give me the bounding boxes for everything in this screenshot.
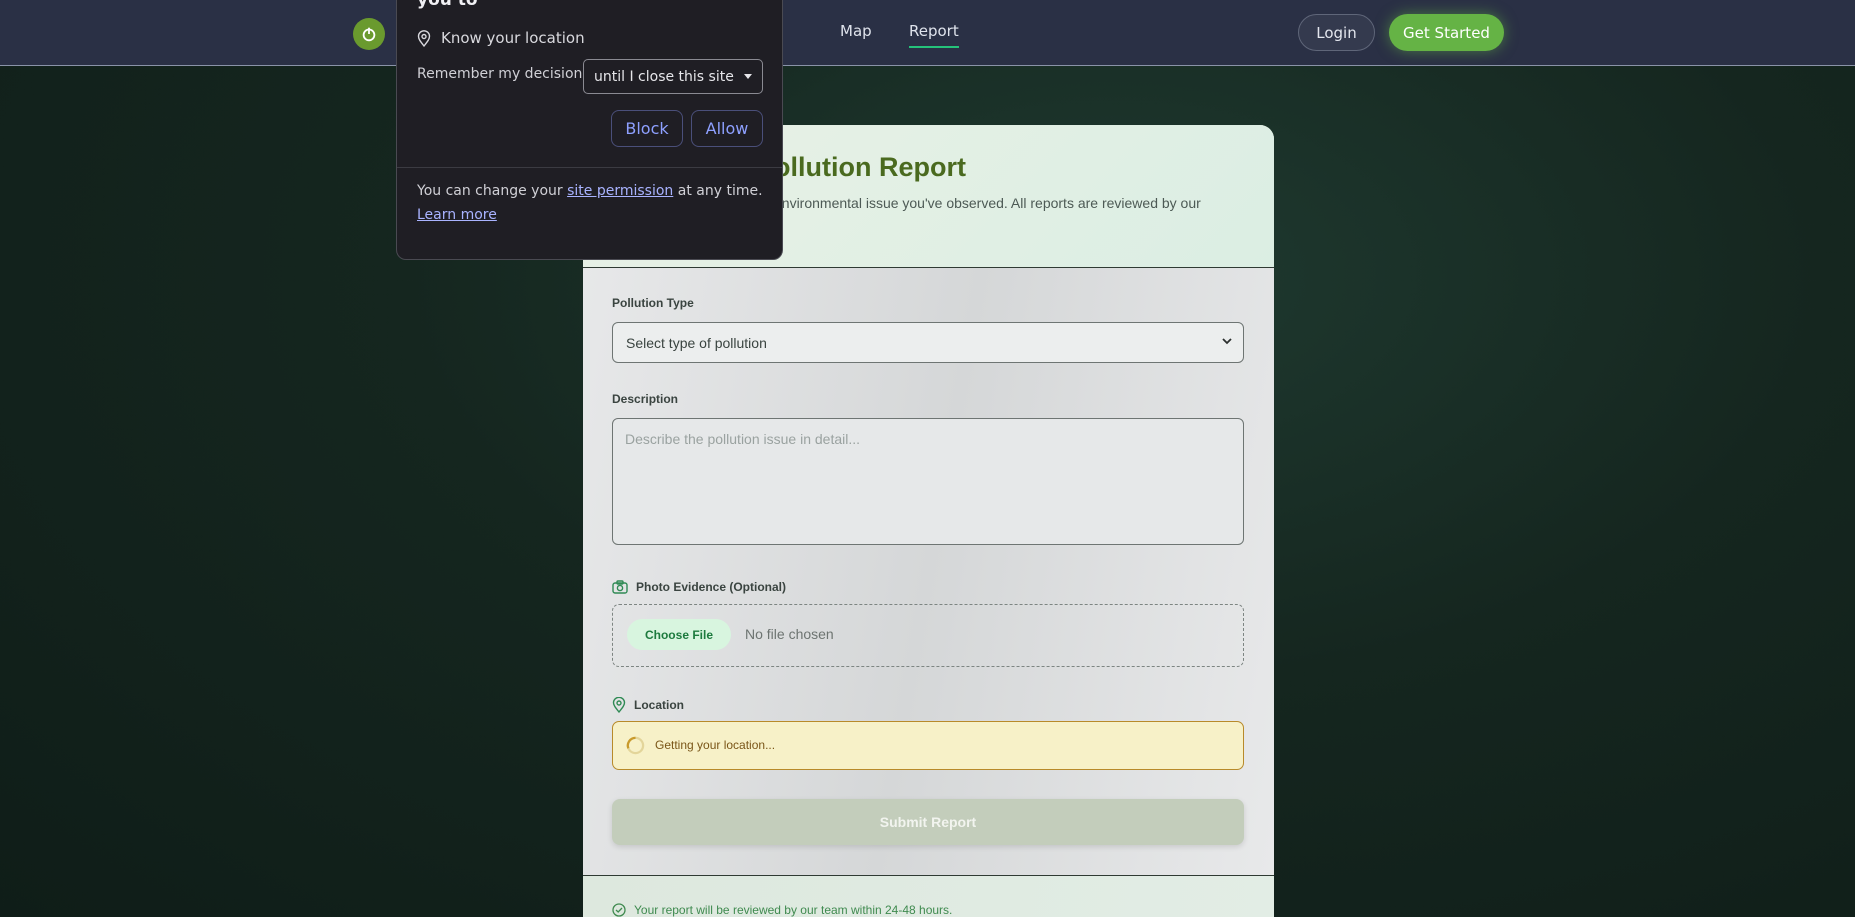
remember-decision-select[interactable]: until I close this site <box>583 59 763 94</box>
description-placeholder: Describe the pollution issue in detail..… <box>625 431 861 447</box>
location-status-box: Getting your location... <box>612 721 1244 770</box>
location-permission-popup: you to Know your location Remember my de… <box>396 0 783 260</box>
page-subtitle: environmental issue you've observed. All… <box>774 195 1201 211</box>
remember-decision-value: until I close this site <box>594 68 734 85</box>
nav-link-report[interactable]: Report <box>909 22 959 48</box>
popup-title: you to <box>417 0 478 10</box>
pollution-type-value: Select type of pollution <box>626 334 767 351</box>
allow-button[interactable]: Allow <box>691 110 763 147</box>
review-note: Your report will be reviewed by our team… <box>612 903 952 917</box>
remember-decision-label: Remember my decision <box>417 66 583 82</box>
site-permission-link[interactable]: site permission <box>567 183 673 199</box>
location-label: Location <box>612 697 684 713</box>
photo-upload-dropzone[interactable]: Choose File No file chosen <box>612 604 1244 667</box>
location-pin-icon <box>417 29 431 47</box>
submit-report-button[interactable]: Submit Report <box>612 799 1244 845</box>
power-leaf-icon <box>362 27 376 42</box>
photo-evidence-label: Photo Evidence (Optional) <box>612 580 786 594</box>
spinner-icon <box>626 736 645 755</box>
chevron-down-icon <box>1222 338 1232 345</box>
location-label-text: Location <box>634 698 684 712</box>
pollution-type-select[interactable]: Select type of pollution <box>612 322 1244 363</box>
report-form: Pollution Type Select type of pollution … <box>583 268 1274 876</box>
dropdown-caret-icon <box>744 74 752 79</box>
learn-more-link[interactable]: Learn more <box>417 207 497 223</box>
popup-divider <box>397 167 782 168</box>
choose-file-button[interactable]: Choose File <box>627 619 731 650</box>
popup-footer: You can change your site permission at a… <box>417 179 767 227</box>
check-circle-icon <box>612 903 626 917</box>
page-title: ollution Report <box>774 152 966 182</box>
location-status-text: Getting your location... <box>655 738 776 752</box>
permission-item: Know your location <box>417 29 585 47</box>
report-card-footer: Your report will be reviewed by our team… <box>583 876 1274 917</box>
app-logo[interactable] <box>353 18 385 50</box>
popup-footer-prefix: You can change your <box>417 183 563 199</box>
pollution-type-label: Pollution Type <box>612 296 694 310</box>
permission-item-text: Know your location <box>441 29 585 47</box>
description-textarea[interactable]: Describe the pollution issue in detail..… <box>612 418 1244 545</box>
review-note-text: Your report will be reviewed by our team… <box>634 903 953 917</box>
top-navbar: Map Report Login Get Started <box>0 0 1855 66</box>
photo-evidence-label-text: Photo Evidence (Optional) <box>636 580 787 594</box>
nav-link-map[interactable]: Map <box>840 22 872 40</box>
block-button[interactable]: Block <box>611 110 683 147</box>
no-file-text: No file chosen <box>745 626 834 642</box>
map-pin-icon <box>612 697 626 713</box>
description-label: Description <box>612 392 679 406</box>
camera-icon <box>612 580 628 594</box>
popup-footer-suffix: at any time. <box>677 183 763 199</box>
login-button[interactable]: Login <box>1298 14 1375 51</box>
get-started-button[interactable]: Get Started <box>1389 14 1504 51</box>
